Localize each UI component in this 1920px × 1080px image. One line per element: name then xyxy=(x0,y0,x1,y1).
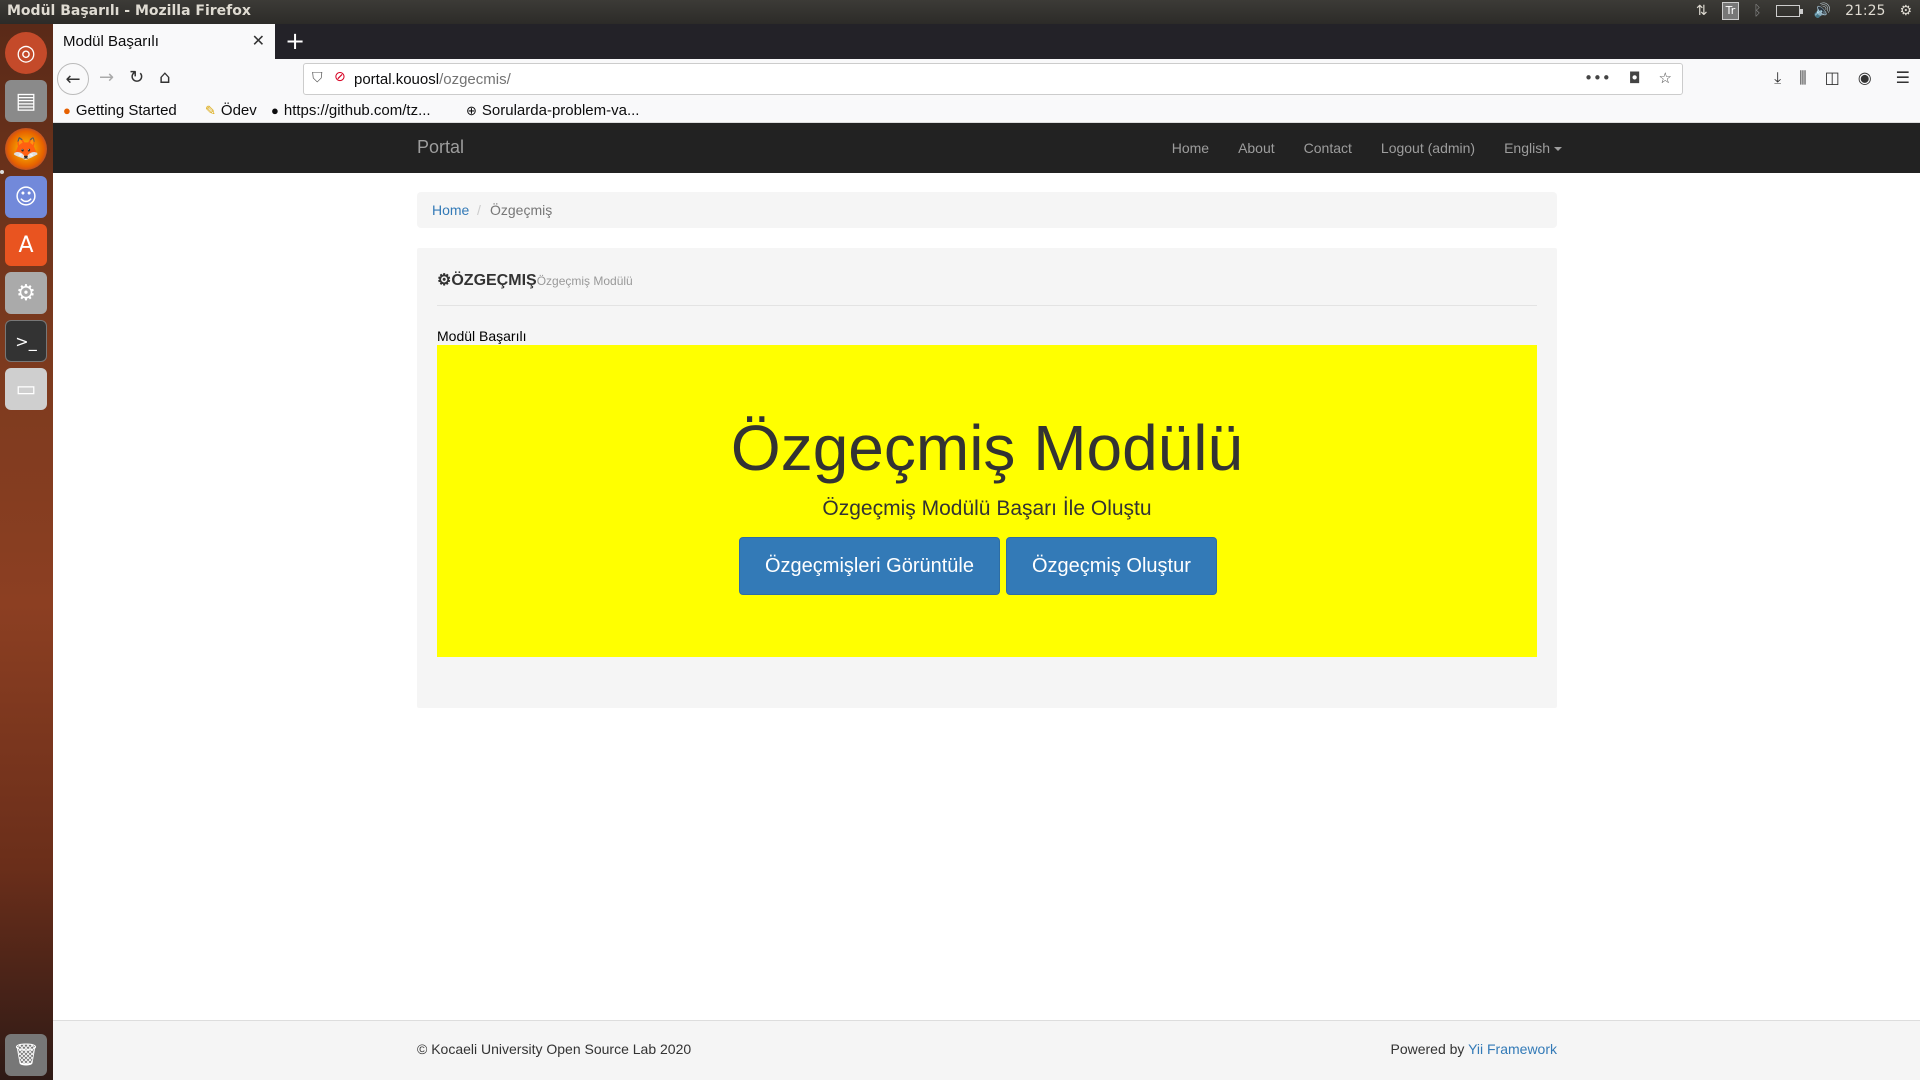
pencil-icon: ✎ xyxy=(205,102,216,118)
page-actions-icon[interactable]: ••• xyxy=(1584,69,1611,87)
close-tab-icon[interactable]: ✕ xyxy=(252,31,265,50)
gear-icon: ⚙ xyxy=(437,272,452,289)
jumbotron-heading: Özgeçmiş Modülü xyxy=(730,412,1244,484)
url-bar[interactable]: ⛉ ⊘ portal.kouosl/ozgecmis/ ••• ◘ ☆ xyxy=(303,63,1683,95)
create-resume-button[interactable]: Özgeçmiş Oluştur xyxy=(1005,537,1217,595)
bookmark-getting-started[interactable]: ● Getting Started xyxy=(63,102,177,119)
downloads-icon[interactable]: ⤓ xyxy=(1774,68,1781,88)
view-resumes-button[interactable]: Özgeçmişleri Görüntüle xyxy=(739,537,1000,595)
system-top-bar: Modül Başarılı - Mozilla Firefox ⇅ Tr ᛒ … xyxy=(0,0,1920,24)
new-tab-icon[interactable]: + xyxy=(285,27,305,55)
site-footer: © Kocaeli University Open Source Lab 202… xyxy=(53,1020,1920,1080)
breadcrumb-home[interactable]: Home xyxy=(432,202,469,218)
browser-tab-bar: Modül Başarılı ✕ + xyxy=(53,24,1920,59)
reload-icon[interactable]: ↻ xyxy=(129,67,144,88)
footer-powered-by: Powered by Yii Framework xyxy=(1390,1041,1557,1057)
nav-home[interactable]: Home xyxy=(1172,140,1209,156)
success-message: Modül Başarılı xyxy=(437,328,527,344)
site-brand[interactable]: Portal xyxy=(417,137,464,158)
system-settings-icon[interactable]: ⚙ xyxy=(5,272,47,314)
software-center-icon[interactable]: A xyxy=(5,224,47,266)
browser-nav-bar: ← → ↻ ⌂ ⛉ ⊘ portal.kouosl/ozgecmis/ ••• … xyxy=(53,59,1920,99)
nav-logout[interactable]: Logout (admin) xyxy=(1381,140,1475,156)
clock[interactable]: 21:25 xyxy=(1845,3,1885,19)
system-tray: ⇅ Tr ᛒ 🔊 21:25 ⚙ xyxy=(1696,2,1912,20)
firefox-small-icon: ● xyxy=(63,103,71,118)
keyboard-layout-indicator[interactable]: Tr xyxy=(1721,2,1740,20)
tracking-shield-icon[interactable]: ⛉ xyxy=(312,70,323,86)
page-viewport: Portal Home About Contact Logout (admin)… xyxy=(53,123,1920,1080)
discord-icon[interactable]: ☺ xyxy=(5,176,47,218)
sidebar-icon[interactable]: ◫ xyxy=(1825,68,1840,88)
firefox-icon[interactable]: 🦊 xyxy=(5,128,47,170)
ubuntu-dash-icon[interactable]: ◎ xyxy=(5,32,47,74)
breadcrumb-current: Özgeçmiş xyxy=(490,202,553,218)
breadcrumb-separator: / xyxy=(477,202,481,218)
files-icon[interactable]: ▤ xyxy=(5,80,47,122)
insecure-connection-icon[interactable]: ⊘ xyxy=(334,69,346,85)
footer-copyright: © Kocaeli University Open Source Lab 202… xyxy=(417,1041,692,1057)
breadcrumb: Home / Özgeçmiş xyxy=(417,192,1557,228)
back-arrow-icon[interactable]: ← xyxy=(57,63,89,95)
terminal-icon[interactable]: >_ xyxy=(5,320,47,362)
bookmark-github[interactable]: ● https://github.com/tz... xyxy=(271,102,431,119)
bookmark-sorularda[interactable]: ⊕ Sorularda-problem-va... xyxy=(466,102,639,119)
library-icon[interactable]: ⫼ xyxy=(1799,68,1806,88)
jumbotron: Özgeçmiş Modülü Özgeçmiş Modülü Başarı İ… xyxy=(437,345,1537,657)
bluetooth-icon[interactable]: ᛒ xyxy=(1753,3,1761,19)
nav-contact[interactable]: Contact xyxy=(1304,140,1352,156)
language-dropdown[interactable]: English xyxy=(1504,140,1562,156)
yii-framework-link[interactable]: Yii Framework xyxy=(1468,1041,1557,1057)
bookmarks-toolbar: ● Getting Started ✎ Ödev ● https://github.c… xyxy=(53,99,1920,123)
bookmark-star-icon[interactable]: ☆ xyxy=(1659,69,1672,87)
forward-arrow-icon[interactable]: → xyxy=(99,67,114,88)
bookmark-odev[interactable]: ✎ Ödev xyxy=(205,102,257,119)
menu-icon[interactable]: ☰ xyxy=(1896,68,1910,88)
divider xyxy=(437,305,1537,306)
network-icon[interactable]: ⇅ xyxy=(1696,3,1708,19)
site-navbar: Portal Home About Contact Logout (admin)… xyxy=(53,123,1920,173)
globe-icon: ⊕ xyxy=(466,102,477,118)
pocket-icon[interactable]: ◘ xyxy=(1629,69,1641,87)
url-text[interactable]: portal.kouosl/ozgecmis/ xyxy=(354,71,511,88)
panel-title: ⚙ÖZGEÇMIŞÖzgeçmiş Modülü xyxy=(437,272,633,289)
home-icon[interactable]: ⌂ xyxy=(159,67,170,88)
github-icon: ● xyxy=(271,103,279,118)
drive-icon[interactable]: ▭ xyxy=(5,368,47,410)
battery-icon[interactable] xyxy=(1775,5,1803,17)
trash-icon[interactable]: 🗑 xyxy=(5,1034,47,1076)
nav-about[interactable]: About xyxy=(1238,140,1275,156)
panel-subtitle: Özgeçmiş Modülü xyxy=(536,274,633,288)
tab-title: Modül Başarılı xyxy=(63,33,159,50)
browser-tab-active[interactable]: Modül Başarılı ✕ xyxy=(53,24,275,59)
module-panel: ⚙ÖZGEÇMIŞÖzgeçmiş Modülü Modül Başarılı … xyxy=(417,248,1557,708)
window-title: Modül Başarılı - Mozilla Firefox xyxy=(7,3,251,19)
jumbotron-lead: Özgeçmiş Modülü Başarı İle Oluştu xyxy=(822,497,1152,520)
account-icon[interactable]: ◉ xyxy=(1858,68,1872,88)
settings-gear-icon[interactable]: ⚙ xyxy=(1899,3,1912,19)
caret-down-icon xyxy=(1554,147,1562,152)
volume-icon[interactable]: 🔊 xyxy=(1814,3,1831,19)
ubuntu-launcher: ◎ ▤ 🦊 ☺ A ⚙ >_ ▭ 🗑 xyxy=(0,24,53,1080)
